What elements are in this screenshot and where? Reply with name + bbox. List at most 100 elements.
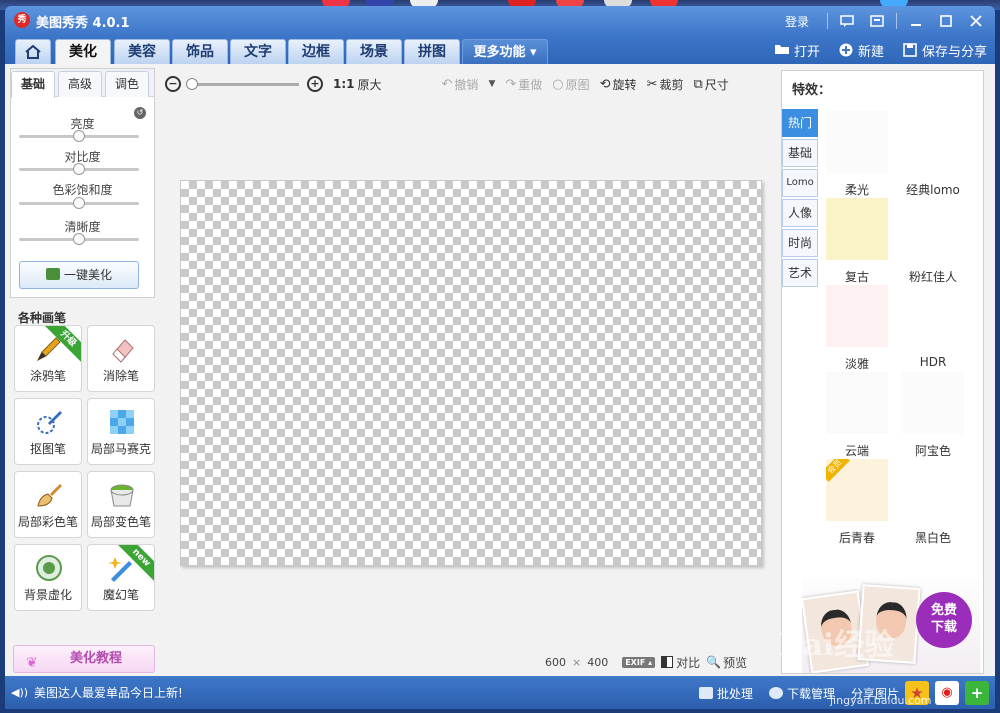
saturation-slider[interactable] — [19, 197, 139, 209]
rotate-button[interactable]: ⟲ 旋转 — [600, 76, 637, 93]
effect-thumbnail — [826, 372, 888, 434]
save-share-button[interactable]: 保存与分享 — [902, 41, 987, 60]
original-icon: ○ — [552, 76, 564, 92]
effect-label: 黑白色 — [914, 531, 951, 545]
close-icon[interactable] — [965, 10, 987, 32]
tab-text[interactable]: 文字 — [230, 39, 286, 64]
subtab-advanced[interactable]: 高级 — [58, 71, 102, 97]
speaker-icon: ◀)) — [11, 686, 29, 699]
open-button[interactable]: 打开 — [774, 41, 820, 60]
preview-icon: 🔍 — [706, 655, 722, 669]
download-manager-label: 下载管理 — [786, 686, 835, 701]
resize-button[interactable]: ⧉ 尺寸 — [693, 76, 728, 93]
watermark-logo: Bai经验 — [778, 628, 895, 663]
feedback-icon[interactable] — [836, 10, 858, 32]
maximize-icon[interactable] — [935, 10, 957, 32]
effect-abao-color[interactable]: 阿宝色 — [902, 372, 964, 459]
one-click-label: 一键美化 — [63, 268, 112, 282]
tab-beautify[interactable]: 美化 — [55, 39, 111, 65]
image-status: 600 × 400 EXIF ▴ 对比 🔍 预览 — [545, 652, 780, 672]
new-button[interactable]: 新建 — [838, 41, 884, 60]
effects-category-art[interactable]: 艺术 — [782, 259, 818, 287]
effect-retro[interactable]: 复古 — [826, 198, 888, 285]
divider — [827, 13, 828, 29]
watermark-url: jingyan.baidu.com — [830, 694, 932, 707]
brush-mosaic[interactable]: 局部马赛克 — [87, 398, 155, 465]
tab-collage[interactable]: 拼图 — [404, 39, 460, 64]
brush-background-blur[interactable]: 背景虚化 — [14, 544, 82, 611]
batch-label: 批处理 — [716, 686, 753, 701]
preview-button[interactable]: 🔍 预览 — [706, 654, 747, 671]
effect-black-white[interactable]: 黑白色 — [902, 459, 964, 546]
effects-category-fashion[interactable]: 时尚 — [782, 229, 818, 257]
slider-knob[interactable] — [73, 197, 85, 209]
image-canvas[interactable] — [180, 180, 762, 566]
contrast-slider[interactable] — [19, 163, 139, 175]
redo-button[interactable]: ↷ 重做 — [505, 76, 542, 93]
brush-local-color[interactable]: 局部彩色笔 — [14, 471, 82, 538]
effect-thumbnail — [826, 285, 888, 347]
tab-more-features[interactable]: 更多功能 ▾ — [462, 39, 548, 64]
undo-dropdown-icon[interactable]: ▼ — [488, 79, 495, 89]
tab-decorations[interactable]: 饰品 — [172, 39, 228, 64]
tab-frame[interactable]: 边框 — [288, 39, 344, 64]
brush-doodle[interactable]: 升级 涂鸦笔 — [14, 325, 82, 392]
effect-thumbnail — [902, 285, 964, 347]
brush-recolor[interactable]: 局部变色笔 — [87, 471, 155, 538]
slider-knob[interactable] — [73, 163, 85, 175]
new-label: 新建 — [857, 44, 884, 60]
effect-hdr[interactable]: HDR — [902, 285, 964, 369]
ad-line-2: 下载 — [930, 620, 957, 635]
effect-cloud[interactable]: 云端 — [826, 372, 888, 459]
original-button[interactable]: ○ 原图 — [552, 76, 589, 93]
effects-category-portrait[interactable]: 人像 — [782, 199, 818, 227]
slider-knob[interactable] — [73, 233, 85, 245]
minimize-icon[interactable] — [905, 10, 927, 32]
effect-classic-lomo[interactable]: 经典lomo — [902, 111, 964, 198]
actual-size-button[interactable]: 1:1 原大 — [333, 76, 382, 93]
tab-home[interactable] — [15, 39, 51, 64]
effect-label: 淡雅 — [844, 357, 869, 371]
download-manager-button[interactable]: 下载管理 — [768, 685, 835, 702]
tab-scene[interactable]: 场景 — [346, 39, 402, 64]
add-icon[interactable]: + — [965, 681, 989, 705]
effects-category-hot[interactable]: 热门 — [782, 109, 818, 137]
original-label: 原图 — [565, 77, 590, 92]
undo-button[interactable]: ↶ 撤销 ▼ — [442, 76, 496, 93]
brush-eraser[interactable]: 消除笔 — [87, 325, 155, 392]
zoom-slider[interactable] — [186, 77, 299, 90]
effects-category-basic[interactable]: 基础 — [782, 139, 818, 167]
compare-button[interactable]: 对比 — [661, 654, 700, 671]
zoom-knob[interactable] — [186, 77, 198, 90]
paw-icon: ❦ — [26, 655, 38, 671]
paint-brush-icon — [34, 480, 64, 510]
login-link[interactable]: 登录 — [785, 13, 809, 30]
brightness-slider[interactable] — [19, 130, 139, 142]
sharpness-slider[interactable] — [19, 233, 139, 245]
brightness-label: 亮度 — [70, 117, 95, 131]
slider-knob[interactable] — [73, 130, 85, 142]
skin-icon[interactable] — [866, 10, 888, 32]
news-ticker[interactable]: ◀)) 美图达人最爱单品今日上新! — [11, 684, 183, 701]
weibo-icon[interactable]: ◉ — [935, 681, 959, 705]
crop-button[interactable]: ✂ 裁剪 — [647, 76, 684, 93]
free-download-badge[interactable]: 免费 下载 — [916, 592, 972, 648]
beautify-tutorial-button[interactable]: ❦ 美化教程 — [13, 645, 155, 673]
zoom-in-icon[interactable]: + — [307, 76, 323, 92]
brush-cutout[interactable]: 抠图笔 — [14, 398, 82, 465]
tab-beauty[interactable]: 美容 — [114, 39, 170, 64]
effects-category-lomo[interactable]: Lomo — [782, 169, 818, 197]
one-click-beautify-button[interactable]: 一键美化 — [19, 261, 139, 289]
zoom-out-icon[interactable]: − — [165, 76, 181, 92]
subtab-color[interactable]: 调色 — [105, 71, 149, 97]
rotate-label: 旋转 — [612, 77, 637, 92]
exif-button[interactable]: EXIF ▴ — [622, 656, 656, 668]
brush-magic[interactable]: new 魔幻笔 — [87, 544, 155, 611]
effect-label: 云端 — [844, 444, 869, 458]
effect-pink-lady[interactable]: 粉红佳人 — [902, 198, 964, 285]
effect-elegant[interactable]: 淡雅 — [826, 285, 888, 372]
effect-late-youth[interactable]: 会员 后青春 — [826, 459, 888, 546]
effect-soft-light[interactable]: 柔光 — [826, 111, 888, 198]
batch-process-button[interactable]: 批处理 — [698, 685, 753, 702]
subtab-basic[interactable]: 基础 — [11, 71, 55, 98]
